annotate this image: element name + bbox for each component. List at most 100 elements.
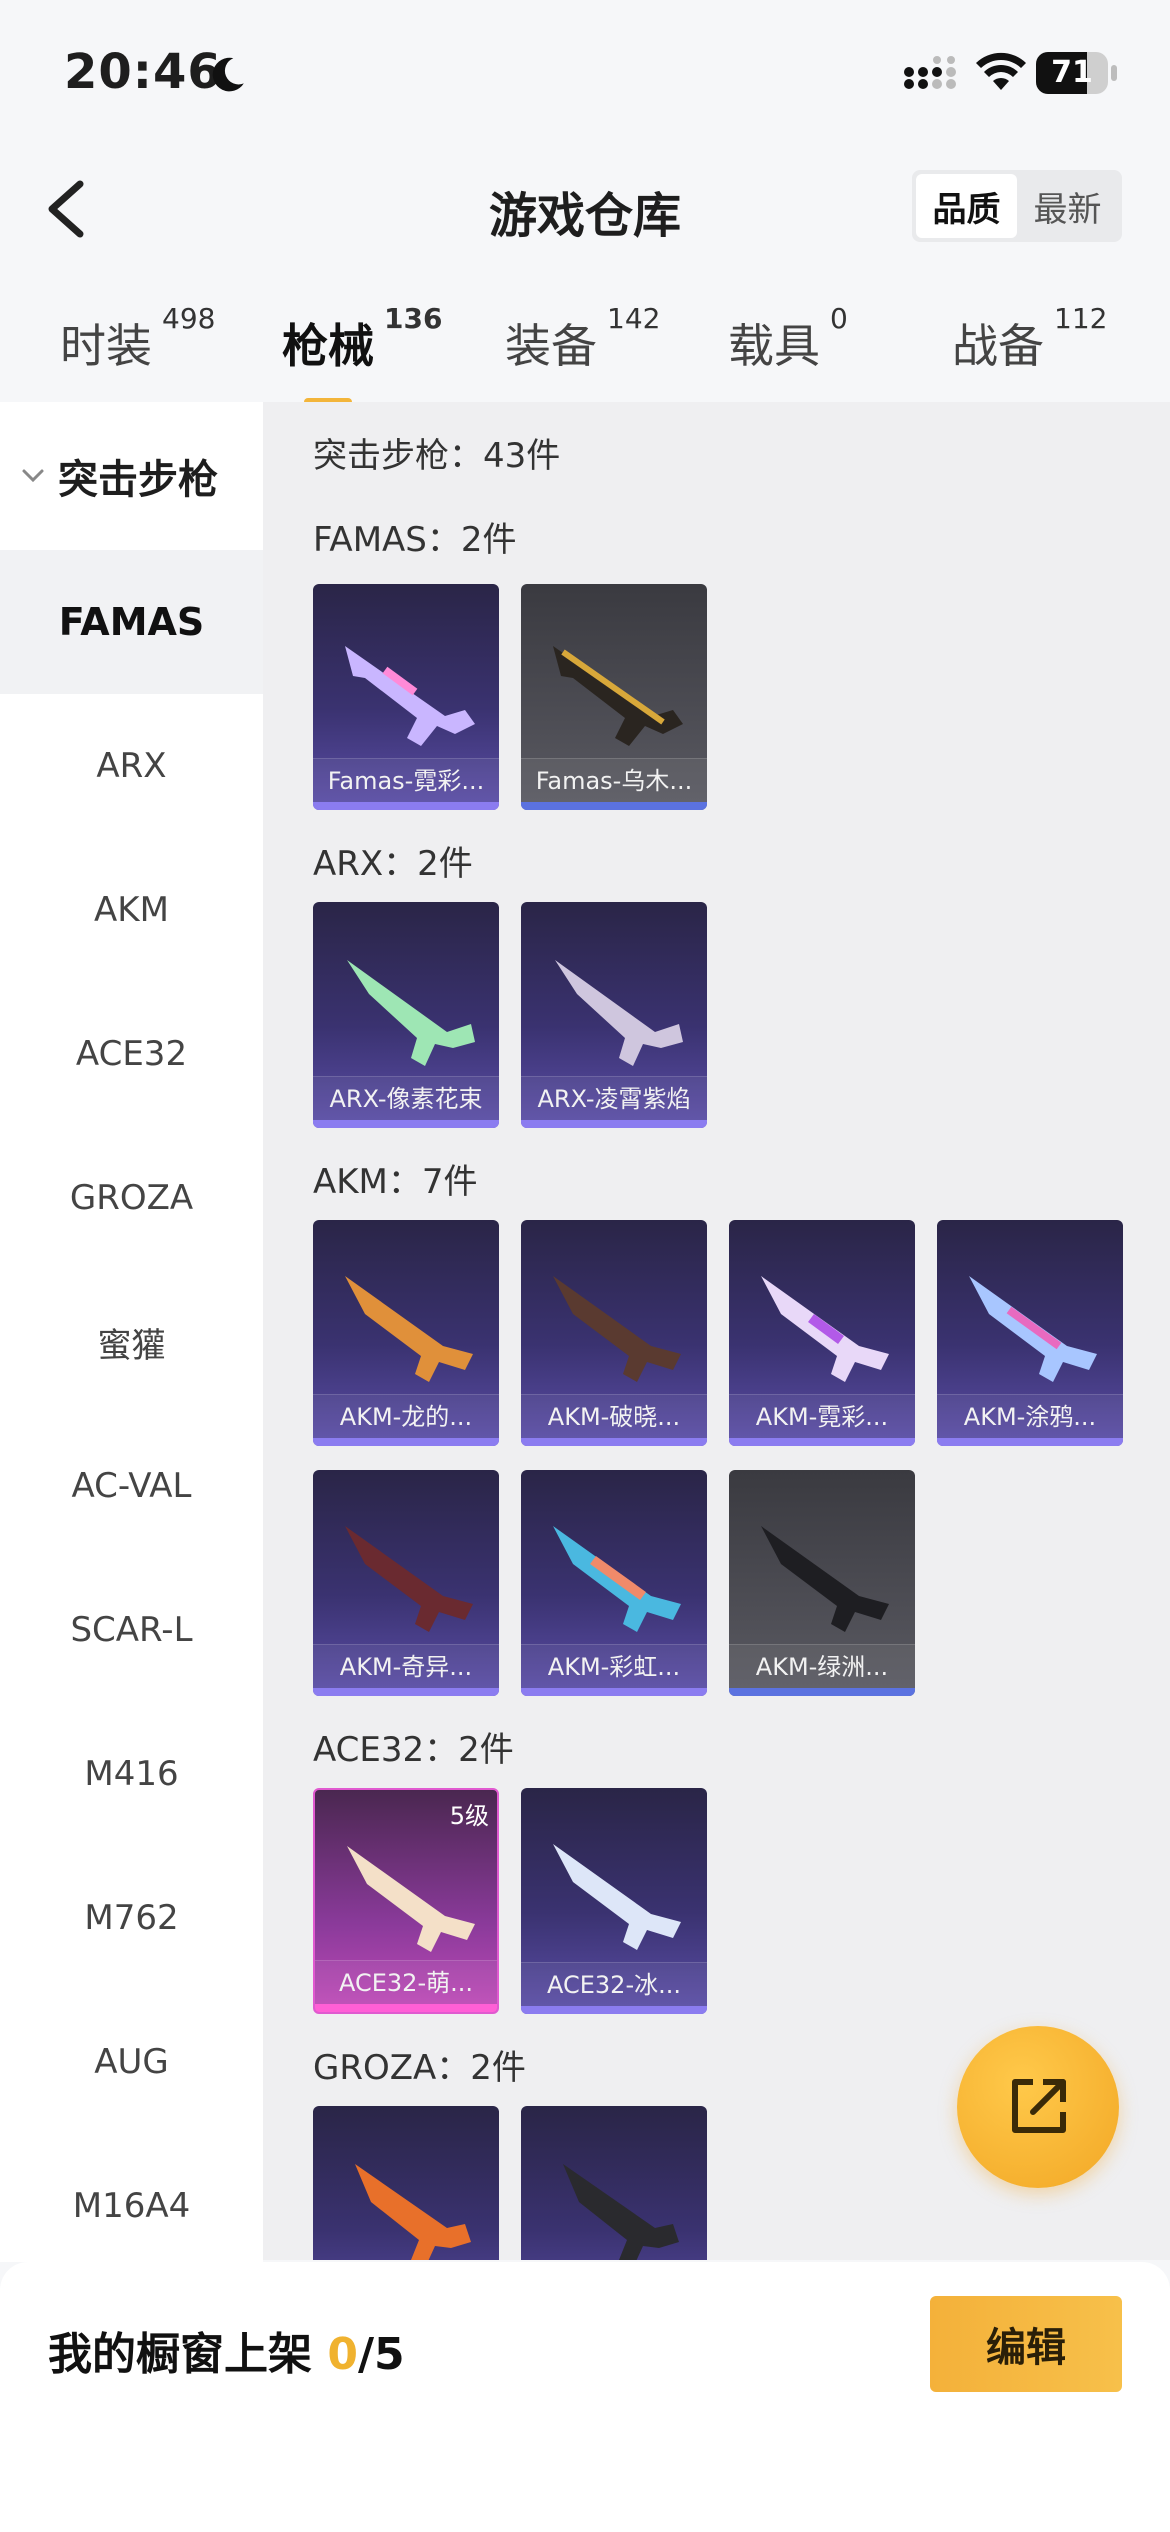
skin-card[interactable]: AKM-龙的...: [313, 1220, 499, 1446]
section-heading-arx: ARX：2件: [313, 844, 473, 884]
skin-name: AKM-绿洲...: [729, 1644, 915, 1688]
skin-card[interactable]: [521, 2106, 707, 2260]
gun-image: [347, 960, 475, 1066]
skin-card[interactable]: AKM-彩虹...: [521, 1470, 707, 1696]
sidebar-item-famas[interactable]: FAMAS: [0, 550, 263, 694]
tab-count: 112: [1054, 302, 1108, 335]
skin-card[interactable]: ARX-凌霄紫焰: [521, 902, 707, 1128]
skin-name: ARX-像素花束: [313, 1076, 499, 1120]
skin-card[interactable]: 5级 ACE32-萌...: [313, 1788, 499, 2014]
sidebar-item-scar-l[interactable]: SCAR-L: [0, 1558, 263, 1702]
skin-name: AKM-彩虹...: [521, 1644, 707, 1688]
tab-count: 136: [384, 302, 443, 335]
skin-card[interactable]: Famas-霓彩...: [313, 584, 499, 810]
showcase-bar: 我的橱窗上架 0/5 编辑: [0, 2262, 1170, 2532]
gun-image: [553, 646, 683, 746]
battery-level: 71: [1051, 55, 1093, 90]
skin-name: AKM-龙的...: [313, 1394, 499, 1438]
skin-card[interactable]: AKM-霓彩...: [729, 1220, 915, 1446]
sidebar-item-aug[interactable]: AUG: [0, 1990, 263, 2134]
sidebar-item-m416[interactable]: M416: [0, 1702, 263, 1846]
cellular-signal-icon: [904, 56, 956, 89]
rarity-bar: [313, 1688, 499, 1696]
sidebar-item-m762[interactable]: M762: [0, 1846, 263, 1990]
skin-card[interactable]: [313, 2106, 499, 2260]
rarity-bar: [729, 1688, 915, 1696]
tab-label: 时装: [60, 319, 152, 373]
sidebar-item-akm[interactable]: AKM: [0, 838, 263, 982]
sidebar-item-ace32[interactable]: ACE32: [0, 982, 263, 1126]
share-button[interactable]: [957, 2026, 1119, 2188]
tab-vehicles[interactable]: 载具 0: [728, 302, 848, 390]
section-heading-famas: FAMAS：2件: [313, 520, 517, 560]
section-heading-akm: AKM：7件: [313, 1162, 478, 1202]
total-count-heading: 突击步枪：43件: [313, 436, 561, 476]
showcase-label: 我的橱窗上架 0/5: [48, 2318, 405, 2382]
skin-name: AKM-霓彩...: [729, 1394, 915, 1438]
gun-image: [553, 1526, 681, 1632]
status-time: 20:46: [64, 44, 222, 100]
gun-image: [347, 1846, 475, 1952]
showcase-label-text: 我的橱窗上架: [48, 2329, 328, 2380]
tab-count: 0: [830, 302, 848, 335]
header: 游戏仓库 品质 最新: [0, 150, 1170, 270]
rarity-bar: [313, 1438, 499, 1446]
tab-combat-gear[interactable]: 战备 112: [952, 302, 1107, 390]
gun-image: [969, 1276, 1097, 1382]
battery-icon: 71: [1036, 52, 1117, 94]
skin-card[interactable]: Famas-乌木...: [521, 584, 707, 810]
tab-label: 枪械: [282, 319, 374, 373]
rarity-bar: [521, 1438, 707, 1446]
status-bar: 20:46 71: [0, 0, 1170, 150]
sort-toggle: 品质 最新: [912, 170, 1122, 242]
gun-image: [761, 1276, 889, 1382]
gun-image: [563, 2164, 679, 2260]
rarity-bar: [315, 2004, 497, 2012]
skin-card[interactable]: AKM-涂鸦...: [937, 1220, 1123, 1446]
sidebar-group-label: 突击步枪: [58, 457, 218, 503]
section-heading-groza: GROZA：2件: [313, 2048, 526, 2088]
sort-quality-button[interactable]: 品质: [916, 174, 1017, 238]
skin-card[interactable]: ACE32-冰...: [521, 1788, 707, 2014]
rarity-bar: [313, 1120, 499, 1128]
tab-guns[interactable]: 枪械 136: [282, 302, 442, 406]
chevron-down-icon: [22, 469, 44, 483]
skin-card[interactable]: ARX-像素花束: [313, 902, 499, 1128]
section-heading-ace32: ACE32：2件: [313, 1730, 514, 1770]
sidebar-item-honey-badger[interactable]: 蜜獾: [0, 1270, 263, 1414]
sidebar-item-arx[interactable]: ARX: [0, 694, 263, 838]
sidebar-item-m16a4[interactable]: M16A4: [0, 2134, 263, 2278]
tab-count: 142: [607, 302, 661, 335]
skin-name: ACE32-冰...: [521, 1962, 707, 2006]
skin-name: ARX-凌霄紫焰: [521, 1076, 707, 1120]
sort-newest-button[interactable]: 最新: [1017, 174, 1118, 238]
gun-image: [555, 960, 683, 1066]
sidebar-group-assault-rifles[interactable]: 突击步枪: [0, 402, 263, 550]
rarity-bar: [521, 1120, 707, 1128]
sidebar-item-groza[interactable]: GROZA: [0, 1126, 263, 1270]
rarity-bar: [521, 802, 707, 810]
share-icon: [1012, 2079, 1066, 2133]
sidebar-item-ac-val[interactable]: AC-VAL: [0, 1414, 263, 1558]
gun-image: [553, 1844, 681, 1950]
gun-image: [355, 2164, 471, 2260]
tab-equipment[interactable]: 装备 142: [505, 302, 660, 390]
skin-card[interactable]: AKM-绿洲...: [729, 1470, 915, 1696]
tab-label: 战备: [952, 319, 1044, 373]
gun-image: [761, 1526, 889, 1632]
skin-card[interactable]: AKM-破晓...: [521, 1220, 707, 1446]
gun-image: [553, 1276, 681, 1382]
rarity-bar: [313, 802, 499, 810]
rarity-bar: [521, 1688, 707, 1696]
tab-label: 装备: [505, 319, 597, 373]
rarity-bar: [521, 2006, 707, 2014]
edit-button[interactable]: 编辑: [930, 2296, 1122, 2392]
moon-icon: [212, 57, 244, 92]
tab-fashion[interactable]: 时装 498: [60, 302, 215, 390]
rarity-bar: [729, 1438, 915, 1446]
skin-name: AKM-涂鸦...: [937, 1394, 1123, 1438]
weapon-sidebar: 突击步枪 FAMAS ARX AKM ACE32 GROZA 蜜獾 AC-VAL…: [0, 402, 263, 2262]
category-tabs: 时装 498 枪械 136 装备 142 载具 0 战备 112: [0, 290, 1170, 406]
rarity-bar: [937, 1438, 1123, 1446]
skin-card[interactable]: AKM-奇异...: [313, 1470, 499, 1696]
